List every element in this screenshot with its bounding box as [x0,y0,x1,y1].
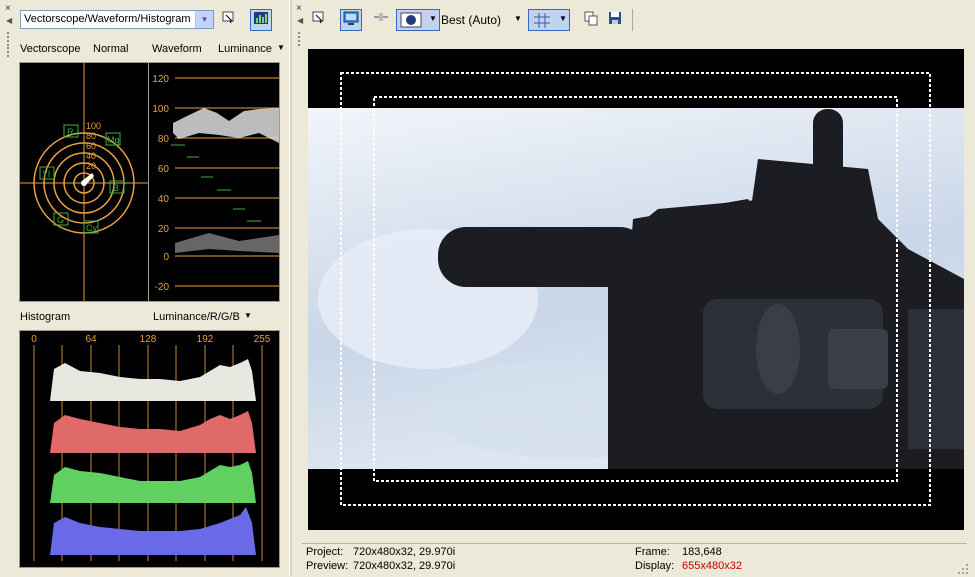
histogram-tick-label: 192 [197,334,214,345]
scope-type-value: Vectorscope/Waveform/Histogram [24,13,191,25]
chevron-down-icon[interactable]: ▼ [244,311,252,320]
external-monitor-button[interactable] [340,9,362,31]
monitor-icon [343,11,359,25]
drag-grip-icon[interactable] [296,30,302,48]
display-value: 655x480x32 [682,560,742,572]
vectorscope-title: Vectorscope [20,43,81,55]
vector-ring-label: 100 [86,121,101,131]
chevron-down-icon: ▼ [429,14,437,23]
waveform-display: 120 100 80 60 40 20 0 -20 [148,62,280,302]
vectorscope-mode[interactable]: Normal [93,43,128,55]
chevron-down-icon[interactable]: ▼ [514,14,522,23]
waveform-tick-label: 40 [158,194,170,205]
chevron-down-icon: ▼ [559,14,567,23]
preview-properties-button[interactable] [308,9,330,31]
frame-value: 183,648 [682,546,722,558]
collapse-icon[interactable]: ◀ [297,16,303,25]
waveform-tick-label: -20 [155,282,170,293]
waveform-tick-label: 120 [152,74,169,85]
close-icon[interactable]: × [5,4,11,14]
scope-settings-icon [222,11,234,24]
vector-target-label: Cy [86,223,97,233]
waveform-tick-label: 0 [163,252,169,263]
split-screen-button[interactable] [370,9,392,31]
copy-snapshot-button[interactable] [580,9,602,31]
vectorscope-display: 100 80 60 40 20 R Mg Yl B G Cy [19,62,149,302]
waveform-title: Waveform [152,43,202,55]
close-icon[interactable]: × [296,4,302,14]
vector-ring-label: 60 [86,141,96,151]
drag-grip-icon[interactable] [5,45,11,59]
overlay-icon [400,12,422,28]
vector-target-label: R [67,127,74,137]
display-label: Display: [635,560,675,572]
waveform-mode[interactable]: Luminance [218,43,272,55]
save-snapshot-icon [609,12,621,24]
vectorscope-graticule: 100 80 60 40 20 R Mg Yl B G Cy [20,63,148,301]
histogram-tick-label: 128 [140,334,157,345]
scope-update-button[interactable] [250,9,272,31]
histogram-display: 0 64 128 192 255 [19,330,280,568]
scope-settings-button[interactable] [218,9,240,31]
video-frame [308,49,964,530]
histogram-title: Histogram [20,311,71,323]
collapse-icon[interactable]: ◀ [6,16,12,25]
vector-ring-label: 80 [86,131,96,141]
waveform-tick-label: 80 [158,134,170,145]
histogram-mode[interactable]: Luminance/R/G/B [153,311,240,323]
vector-target-label: B [113,183,119,193]
frame-label: Frame: [635,546,670,558]
split-screen-icon [374,13,388,21]
chevron-down-icon[interactable]: ▼ [277,43,285,52]
overlay-button[interactable]: ▼ [396,9,440,31]
chevron-down-icon: ▼ [195,11,213,28]
histogram-tick-label: 0 [31,334,37,345]
vector-target-label: G [57,215,64,225]
save-snapshot-button[interactable] [604,9,626,31]
grid-icon [534,13,550,28]
preview-value: 720x480x32, 29.970i [353,560,456,572]
scope-type-select[interactable]: Vectorscope/Waveform/Histogram ▼ [20,10,214,29]
preview-label: Preview: [306,560,349,572]
project-value: 720x480x32, 29.970i [353,546,456,558]
preview-props-icon [312,11,324,24]
vector-target-label: Yl [42,169,50,179]
vector-ring-label: 40 [86,151,96,161]
histogram-graticule: 0 64 128 192 255 [31,334,271,561]
vector-ring-label: 20 [86,161,96,171]
video-preview-canvas[interactable] [308,49,964,530]
toolbar-divider [632,9,633,31]
waveform-tick-label: 60 [158,164,170,175]
preview-quality-select[interactable]: Best (Auto) [441,13,501,27]
vector-target-label: Mg [107,135,120,145]
scope-update-icon [254,12,268,24]
waveform-tick-label: 100 [152,104,169,115]
video-scopes-panel: × ◀ Vectorscope/Waveform/Histogram ▼ Vec… [0,0,290,576]
waveform-tick-label: 20 [158,224,170,235]
copy-snapshot-icon [584,11,598,26]
grid-button[interactable]: ▼ [528,9,570,31]
histogram-tick-label: 255 [254,334,271,345]
resize-grip-icon[interactable] [956,562,970,574]
histogram-tick-label: 64 [85,334,97,345]
project-label: Project: [306,546,344,558]
status-divider [302,543,967,544]
waveform-graticule: 120 100 80 60 40 20 0 -20 [152,74,279,293]
